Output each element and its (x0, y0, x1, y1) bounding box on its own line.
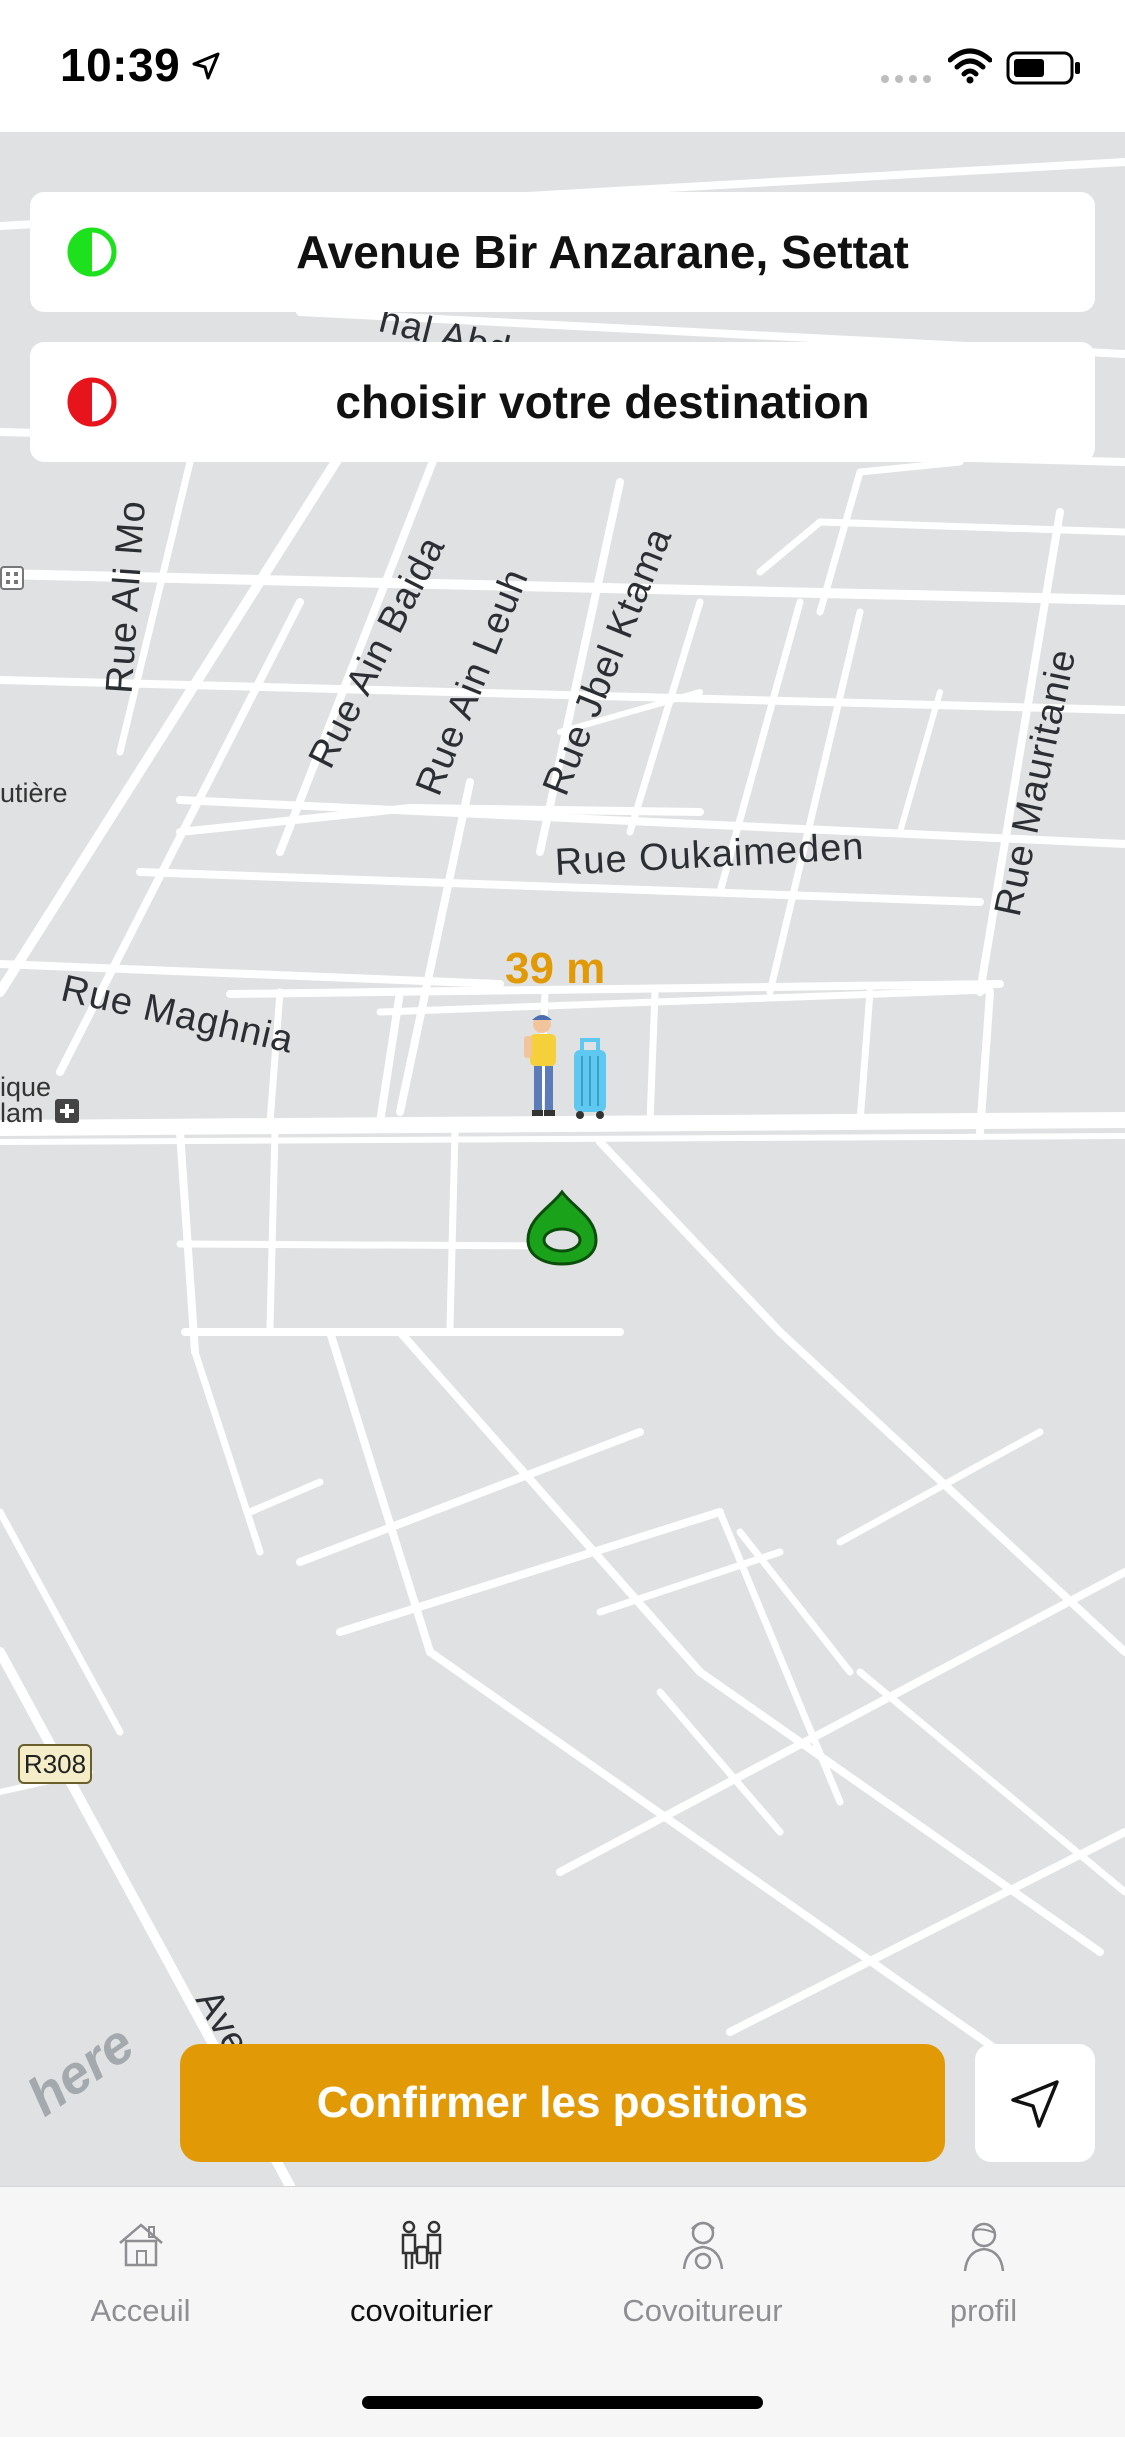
cellular-signal-icon (881, 75, 931, 83)
tab-label: Covoitureur (622, 2293, 783, 2328)
map-poi-label: lam (0, 1098, 44, 1128)
destination-placeholder: choisir votre destination (335, 376, 870, 428)
driver-icon (682, 2221, 724, 2270)
recenter-location-button[interactable] (975, 2044, 1095, 2162)
origin-marker-icon (67, 227, 117, 277)
confirm-positions-button[interactable]: Confirmer les positions (180, 2044, 945, 2162)
origin-address: Avenue Bir Anzarane, Settat (296, 226, 909, 278)
tab-acceuil[interactable]: Acceuil (0, 2187, 281, 2337)
status-bar: 10:39 (0, 0, 1125, 132)
hospital-icon (55, 1099, 79, 1123)
house-icon (119, 2223, 163, 2267)
wifi-icon (948, 48, 992, 84)
map-poi-label: utière (0, 778, 68, 808)
map-pin-icon[interactable] (522, 1188, 602, 1268)
home-indicator (362, 2396, 763, 2409)
destination-field[interactable]: choisir votre destination (30, 342, 1095, 462)
profile-icon (963, 2222, 1005, 2272)
location-services-icon (192, 52, 220, 80)
origin-field[interactable]: Avenue Bir Anzarane, Settat (30, 192, 1095, 312)
tab-label: Acceuil (90, 2293, 191, 2328)
navigation-arrow-icon (1011, 2080, 1059, 2128)
destination-marker-icon (67, 377, 117, 427)
tab-label: covoiturier (350, 2293, 493, 2328)
battery-icon (1006, 51, 1080, 85)
tab-profil[interactable]: profil (843, 2187, 1124, 2337)
tab-label: profil (949, 2293, 1018, 2328)
carpool-passengers-icon (401, 2220, 442, 2269)
tab-covoiturier[interactable]: covoiturier (281, 2187, 562, 2337)
status-time: 10:39 (60, 39, 181, 91)
traveler-icon (524, 1015, 606, 1119)
road-number-shield: R308 (18, 1744, 92, 1784)
building-icon (0, 566, 24, 590)
distance-label: 39 m (505, 944, 606, 993)
tab-covoitureur[interactable]: Covoitureur (562, 2187, 843, 2337)
